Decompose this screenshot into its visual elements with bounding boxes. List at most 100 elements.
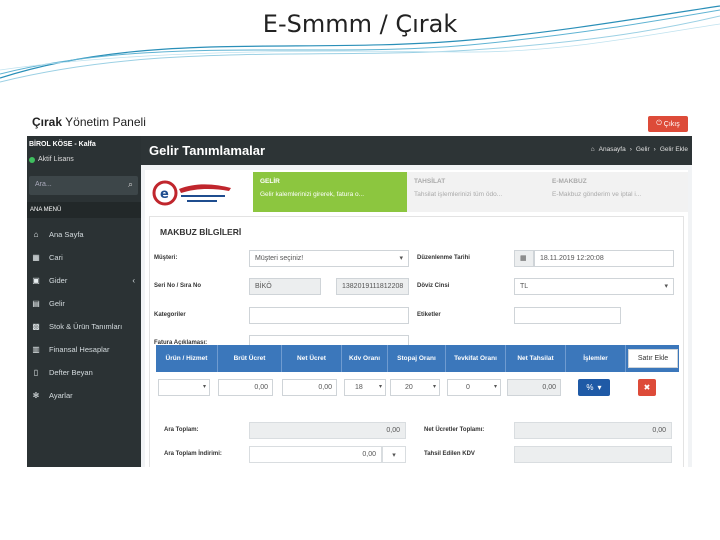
col-header: Tevkifat Oranı — [446, 345, 506, 372]
chevron-right-icon: › — [653, 146, 656, 153]
step-desc: Tahsilat işlemlerinizi tüm ödo... — [414, 191, 503, 198]
app-brand[interactable]: Çırak Yönetim Paneli — [32, 115, 146, 129]
money-icon: ▣ — [32, 275, 40, 285]
chevron-down-icon: ▾ — [664, 283, 668, 290]
sidebar-item-label: Defter Beyan — [49, 367, 93, 377]
sidebar-item-label: Stok & Ürün Tanımları — [49, 321, 123, 331]
logout-label: Çıkış — [663, 120, 680, 128]
sidebar-item-stok[interactable]: ▩ Stok & Ürün Tanımları — [27, 316, 141, 336]
add-row-button[interactable]: Satır Ekle — [628, 349, 678, 368]
vat-value: 18 — [355, 384, 363, 391]
sidebar-item-label: Gider — [49, 275, 68, 285]
page-header: Gelir Tanımlamalar ⌂ Anasayfa › Gelir › … — [141, 136, 692, 165]
col-header: Stopaj Oranı — [388, 345, 446, 372]
svg-text:e: e — [160, 187, 169, 202]
sidebar-search-input[interactable]: Ara... ⌕ — [29, 176, 138, 195]
col-header: Net Ücret — [282, 345, 342, 372]
col-header: İşlemler — [566, 345, 626, 372]
home-icon: ⌂ — [33, 229, 39, 239]
discount-input[interactable]: 0,00 — [249, 446, 382, 463]
delete-row-button[interactable]: ✖ — [638, 379, 656, 396]
step-e-makbuz[interactable]: E-MAKBUZ E-Makbuz gönderim ve iptal i... — [545, 172, 688, 212]
table-header: Ürün / Hizmet Brüt Ücret Net Ücret Kdv O… — [156, 345, 679, 372]
brand-bold: Çırak — [32, 115, 63, 129]
tags-input[interactable] — [514, 307, 621, 324]
chevron-down-icon: ▾ — [432, 384, 436, 390]
breadcrumb-item[interactable]: Anasayfa — [599, 146, 626, 153]
subtotal-value: 0,00 — [249, 422, 406, 439]
calendar-icon[interactable]: ▦ — [514, 250, 534, 267]
chevron-down-icon: ▾ — [493, 384, 497, 390]
license-label: Aktif Lisans — [38, 156, 74, 163]
user-name: BİROL KÖSE - Kalfa — [29, 141, 96, 148]
edit-date-input[interactable]: 18.11.2019 12:20:08 — [534, 250, 674, 267]
home-icon: ⌂ — [590, 146, 595, 153]
sidebar-item-cari[interactable]: ▦ Cari — [27, 247, 141, 267]
net-total-label: Net Ücretler Toplamı: — [424, 427, 485, 433]
customer-placeholder: Müşteri seçiniz! — [255, 255, 304, 262]
withholding-value: 20 — [405, 384, 413, 391]
chevron-down-icon[interactable]: ▾ — [382, 446, 406, 463]
gross-input[interactable]: 0,00 — [218, 379, 273, 396]
logout-icon: ⏻ — [656, 120, 662, 127]
table-icon: ▦ — [32, 252, 40, 262]
logout-button[interactable]: ⏻ Çıkış — [648, 116, 688, 132]
status-dot-icon — [29, 156, 35, 163]
col-header: Kdv Oranı — [342, 345, 388, 372]
sidebar: BİROL KÖSE - Kalfa Aktif Lisans Ara... ⌕… — [27, 136, 141, 467]
step-tahsilat[interactable]: TAHSİLAT Tahsilat işlemlerinizi tüm ödo.… — [407, 172, 561, 212]
product-select[interactable]: ▾ — [158, 379, 210, 396]
company-logo: e — [152, 180, 231, 206]
serial-input: BİKÖ — [249, 278, 321, 295]
top-bar: Çırak Yönetim Paneli ⏻ Çıkış — [27, 112, 692, 136]
sidebar-item-ana-sayfa[interactable]: ⌂ Ana Sayfa — [27, 224, 141, 244]
gear-icon: ✻ — [32, 390, 40, 400]
chevron-down-icon: ▾ — [378, 384, 382, 390]
main-content: Gelir Tanımlamalar ⌂ Anasayfa › Gelir › … — [141, 136, 692, 467]
percent-icon: % — [586, 383, 594, 392]
step-desc: Gelir kalemlerinizi girerek, fatura o... — [260, 191, 365, 198]
col-header: Brüt Ücret — [218, 345, 282, 372]
sidebar-item-gider[interactable]: ▣ Gider ‹ — [27, 270, 141, 290]
chevron-down-icon: ▾ — [399, 255, 403, 262]
withholding-select[interactable]: 20 ▾ — [390, 379, 440, 396]
customer-select[interactable]: Müşteri seçiniz! ▾ — [249, 250, 409, 267]
chevron-left-icon[interactable]: ‹ — [132, 276, 135, 285]
step-desc: E-Makbuz gönderim ve iptal i... — [552, 191, 642, 198]
form-card: e GELİR Gelir kalemlerinizi girerek, fat… — [145, 170, 688, 467]
sidebar-item-gelir[interactable]: ▤ Gelir — [27, 293, 141, 313]
vat-collected-label: Tahsil Edilen KDV — [424, 451, 475, 457]
step-title: E-MAKBUZ — [552, 178, 587, 185]
book-icon: ▯ — [33, 367, 39, 377]
sidebar-item-label: Cari — [49, 252, 63, 262]
col-header: Net Tahsilat — [506, 345, 566, 372]
box-icon: ▩ — [32, 321, 40, 331]
tevkifat-select[interactable]: 0 ▾ — [447, 379, 501, 396]
percent-button[interactable]: % ▾ — [578, 379, 610, 396]
tags-label: Etiketler — [417, 312, 441, 318]
form-body: MAKBUZ BİLGİLERİ Müşteri: Müşteri seçini… — [149, 216, 684, 467]
edit-date-label: Düzenlenme Tarihi — [417, 255, 470, 261]
brand-rest: Yönetim Paneli — [62, 115, 146, 129]
step-gelir[interactable]: GELİR Gelir kalemlerinizi girerek, fatur… — [253, 172, 407, 212]
sidebar-item-label: Ayarlar — [49, 390, 73, 400]
categories-input[interactable] — [249, 307, 409, 324]
serial-label: Seri No / Sıra No — [154, 283, 202, 289]
calculator-icon: ▥ — [32, 344, 40, 354]
menu-header: ANA MENÜ — [27, 202, 141, 218]
net-input[interactable]: 0,00 — [282, 379, 337, 396]
col-header: Ürün / Hizmet — [156, 345, 218, 372]
sidebar-item-defter[interactable]: ▯ Defter Beyan — [27, 362, 141, 382]
customer-label: Müşteri: — [154, 255, 178, 261]
search-icon[interactable]: ⌕ — [128, 179, 133, 190]
close-icon: ✖ — [643, 383, 651, 392]
sidebar-item-ayarlar[interactable]: ✻ Ayarlar — [27, 385, 141, 405]
sidebar-item-finansal[interactable]: ▥ Finansal Hesaplar — [27, 339, 141, 359]
vat-select[interactable]: 18 ▾ — [344, 379, 386, 396]
caret-down-icon: ▾ — [597, 383, 602, 392]
tevkifat-value: 0 — [466, 384, 470, 391]
breadcrumb-item[interactable]: Gelir — [636, 146, 650, 153]
license-status: Aktif Lisans — [29, 156, 74, 163]
currency-label: Döviz Cinsi — [417, 283, 450, 289]
currency-select[interactable]: TL ▾ — [514, 278, 674, 295]
